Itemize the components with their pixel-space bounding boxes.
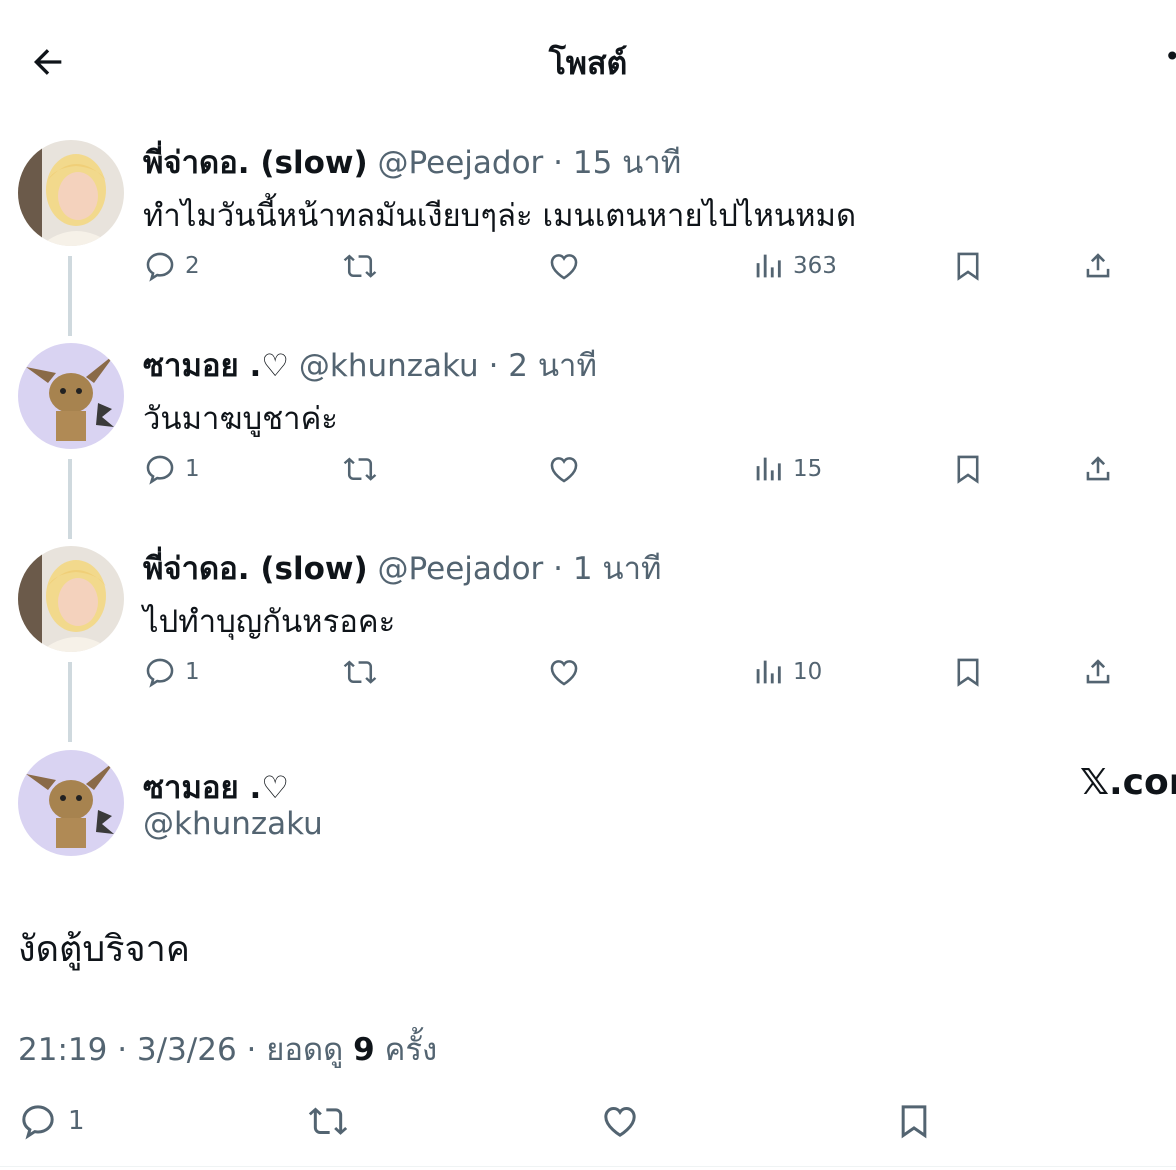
reply-icon: [146, 252, 174, 282]
handle[interactable]: @khunzaku: [143, 806, 323, 842]
reply-button[interactable]: 1: [143, 652, 200, 692]
views-button[interactable]: 15: [751, 449, 822, 489]
action-bar: 1 10: [143, 652, 1123, 692]
heart-icon: [550, 660, 578, 686]
handle[interactable]: @Peejador: [378, 145, 544, 181]
main-tweet-header: ซามอย .♡ @khunzaku 𝕏.com: [0, 750, 1176, 860]
display-name[interactable]: ซามอย .♡: [143, 762, 289, 812]
x-logo-watermark: 𝕏.com: [1080, 762, 1176, 803]
display-name[interactable]: พี่จ่าดอ. (slow): [143, 145, 368, 181]
bookmark-icon: [957, 252, 979, 281]
share-button[interactable]: [1081, 652, 1115, 692]
page-title: โพสต์: [548, 44, 628, 82]
share-button[interactable]: [1081, 246, 1115, 286]
action-bar: 2 363: [143, 246, 1123, 286]
cat-pikachu-avatar[interactable]: [18, 750, 124, 856]
retweet-button[interactable]: [343, 652, 377, 692]
action-bar: 1 15: [143, 449, 1123, 489]
like-button[interactable]: [547, 652, 581, 692]
retweet-button[interactable]: [343, 449, 377, 489]
retweet-icon: [308, 1107, 348, 1135]
like-button[interactable]: [547, 449, 581, 489]
view-count: 9: [353, 1032, 375, 1068]
like-button[interactable]: [600, 1098, 640, 1144]
main-action-bar: 1: [0, 1098, 1176, 1144]
view-count: 363: [793, 253, 837, 279]
share-icon: [1086, 659, 1110, 684]
bookmark-button[interactable]: [951, 449, 985, 489]
views-button[interactable]: 10: [751, 652, 822, 692]
handle[interactable]: @khunzaku: [299, 348, 479, 384]
thread-line: [68, 662, 72, 742]
tweet-meta: 21:19 · 3/3/26 · ยอดดู 9 ครั้ง: [18, 1024, 437, 1074]
display-name[interactable]: พี่จ่าดอ. (slow): [143, 551, 368, 587]
share-button[interactable]: [1081, 449, 1115, 489]
bookmark-icon: [957, 455, 979, 484]
display-name[interactable]: ซามอย .♡: [143, 348, 289, 384]
tweet-text: งัดตู้บริจาค: [18, 929, 190, 970]
bookmark-icon: [957, 658, 979, 687]
retweet-icon: [343, 457, 377, 481]
reply-tweet[interactable]: พี่จ่าดอ. (slow) @Peejador · 15 นาที ทำไ…: [0, 140, 1176, 340]
reply-icon: [22, 1105, 54, 1140]
reply-tweet[interactable]: ซามอย .♡ @khunzaku · 2 นาที วันมาฆบูชาค่…: [0, 343, 1176, 543]
heart-icon: [550, 254, 578, 280]
bookmark-button[interactable]: [951, 246, 985, 286]
reply-count: 1: [185, 659, 200, 685]
retweet-icon: [343, 660, 377, 684]
tweet-text: วันมาฆบูชาค่ะ: [143, 401, 338, 437]
reply-count: 1: [68, 1106, 85, 1136]
reply-count: 2: [185, 253, 200, 279]
cat-pikachu-avatar[interactable]: [18, 343, 124, 449]
analytics-icon: [756, 660, 781, 684]
share-icon: [1086, 456, 1110, 481]
retweet-icon: [343, 254, 377, 278]
timestamp[interactable]: 1 นาที: [573, 551, 662, 587]
retweet-button[interactable]: [343, 246, 377, 286]
divider: [0, 1166, 1176, 1167]
analytics-icon: [756, 457, 781, 481]
tweet-text: ทำไมวันนี้หน้าทลมันเงียบๆล่ะ เมนเตนหายไป…: [143, 198, 857, 234]
blonde-person-avatar[interactable]: [18, 140, 124, 246]
more-options-icon[interactable]: •: [1164, 43, 1176, 71]
reply-button[interactable]: 2: [143, 246, 200, 286]
reply-button[interactable]: 1: [143, 449, 200, 489]
top-bar: โพสต์ •: [0, 0, 1176, 120]
heart-icon: [550, 457, 578, 483]
reply-tweet[interactable]: พี่จ่าดอ. (slow) @Peejador · 1 นาที ไปทำ…: [0, 546, 1176, 746]
view-count: 10: [793, 659, 823, 685]
retweet-button[interactable]: [308, 1098, 348, 1144]
like-button[interactable]: [547, 246, 581, 286]
view-count: 15: [793, 456, 823, 482]
handle[interactable]: @Peejador: [378, 551, 544, 587]
reply-button[interactable]: 1: [18, 1098, 85, 1144]
thread-line: [68, 459, 72, 539]
reply-icon: [146, 455, 174, 485]
heart-icon: [604, 1106, 636, 1137]
blonde-person-avatar[interactable]: [18, 546, 124, 652]
tweet-text: ไปทำบุญกันหรอคะ: [143, 604, 396, 640]
views-label: ครั้ง: [384, 1032, 438, 1068]
reply-icon: [146, 658, 174, 688]
bookmark-button[interactable]: [951, 652, 985, 692]
bookmark-icon: [901, 1105, 927, 1139]
timestamp[interactable]: 2 นาที: [508, 348, 597, 384]
bookmark-button[interactable]: [894, 1098, 934, 1144]
reply-count: 1: [185, 456, 200, 482]
share-icon: [1086, 253, 1110, 278]
timestamp[interactable]: 15 นาที: [573, 145, 681, 181]
views-button[interactable]: 363: [751, 246, 837, 286]
analytics-icon: [756, 254, 781, 278]
timestamp[interactable]: 21:19 · 3/3/26 · ยอดดู: [18, 1032, 343, 1068]
thread-line: [68, 256, 72, 336]
